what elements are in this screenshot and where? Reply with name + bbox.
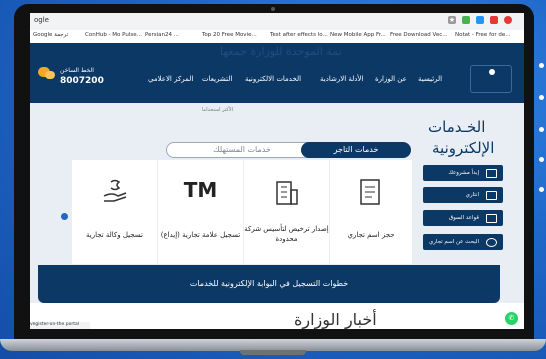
decor-dot (539, 63, 544, 68)
hand-coin-icon (103, 179, 127, 202)
side-button-label: إبدأ مشروعك (448, 170, 479, 176)
document-icon (360, 179, 380, 205)
card-icon (486, 191, 497, 200)
side-button-label: قواعد السوق (448, 215, 479, 221)
extension-icon[interactable] (462, 16, 470, 24)
extension-icon[interactable] (476, 16, 484, 24)
service-card-label: حجز اسم تجاري (347, 231, 395, 239)
service-card-label: تسجيل علامة تجارية (إيداع) (160, 231, 241, 239)
bookmark-item[interactable]: New Mobile App Fr... (330, 32, 386, 38)
star-icon[interactable]: ★ (448, 16, 456, 24)
building-icon (276, 181, 298, 205)
side-button-start[interactable]: إبدأ مشروعك (423, 165, 503, 181)
decor-dot (539, 95, 544, 100)
side-button-name-search[interactable]: البحث عن اسم تجاري (423, 234, 503, 250)
bookmark-item[interactable]: Test after effects lo... (270, 32, 328, 38)
decor-dot (539, 127, 544, 132)
camera (271, 7, 275, 11)
address-bar[interactable]: ogle ★ (30, 13, 524, 31)
nav-media[interactable]: المركز الاعلامي (148, 75, 193, 83)
logo-dot (489, 69, 495, 75)
hotline-label: الخط الساخن (60, 67, 94, 74)
service-card-label: إصدار ترخيص لتأسيس شركة محدودة (244, 225, 329, 243)
laptop-screen: ogle ★ Google ترجمة ConHub - Mo Pulse...… (30, 13, 524, 329)
laptop-notch (240, 350, 306, 355)
bookmark-item[interactable]: Free Download Vec... (390, 32, 448, 38)
bookmark-item[interactable]: Persian24 ... (145, 32, 179, 38)
profile-icon[interactable] (504, 16, 512, 24)
chat-icon (45, 71, 55, 79)
status-bar: vegister-on-the portal (30, 322, 90, 329)
bookmarks-bar: Google ترجمة ConHub - Mo Pulse... Persia… (30, 30, 524, 44)
extension-icon[interactable] (490, 16, 498, 24)
laptop-icon (486, 169, 497, 178)
bookmark-item[interactable]: Notat - Free for de... (455, 32, 511, 38)
decor-dot (539, 187, 544, 192)
bookmark-item[interactable]: ConHub - Mo Pulse... (85, 32, 142, 38)
service-card[interactable]: إصدار ترخيص لتأسيس شركة محدودة (244, 160, 329, 264)
side-button-eqtari[interactable]: انتاري (423, 187, 503, 203)
service-card-label: تسجيل وكالة تجارية (86, 231, 143, 239)
side-button-label: البحث عن اسم تجاري (428, 239, 479, 245)
most-used-label: الأكثر استخداما (202, 107, 234, 113)
nav-about[interactable]: عن الوزارة (375, 75, 407, 83)
service-card[interactable]: حجز اسم تجاري (330, 160, 412, 264)
side-button-market-rules[interactable]: قواعد السوق (423, 210, 503, 226)
service-card[interactable]: تسجيل وكالة تجارية (72, 160, 157, 264)
whatsapp-icon[interactable]: ✆ (505, 312, 518, 325)
steps-banner[interactable]: خطوات التسجيل في البوابة الإلكترونية للخ… (38, 265, 500, 303)
hotline-number[interactable]: 8007200 (60, 76, 104, 86)
tab-merchant[interactable]: خدمات التاجر (301, 142, 411, 158)
services-title: الإلكترونية (432, 139, 495, 157)
news-section: أخبار الوزارة (30, 303, 524, 329)
nav-eservices[interactable]: الخدمات الالكترونية (245, 75, 301, 83)
bookmark-item[interactable]: Google ترجمة (33, 32, 68, 38)
side-button-label: انتاري (465, 192, 479, 198)
site-header: نمة الموحدة للوزارة جمعها الخط الساخن 80… (30, 43, 524, 103)
decor-dot (539, 157, 544, 162)
url-text[interactable]: ogle (34, 16, 49, 24)
nav-legislation[interactable]: التشريعات (202, 75, 232, 83)
trademark-icon: TM (183, 178, 218, 202)
nav-home[interactable]: الرئيسية (418, 75, 442, 83)
nav-guides[interactable]: الأدلة الارشادية (320, 75, 363, 83)
services-title: الخـدمات (428, 118, 486, 136)
service-card[interactable]: TM تسجيل علامة تجارية (إيداع) (158, 160, 243, 264)
document-icon (486, 214, 497, 223)
news-title: أخبار الوزارة (294, 310, 377, 329)
header-watermark: نمة الموحدة للوزارة جمعها (220, 45, 342, 58)
search-icon (486, 238, 497, 247)
bookmark-item[interactable]: Top 20 Free Movie... (202, 32, 257, 38)
carousel-dot[interactable] (61, 213, 68, 220)
tab-consumer[interactable]: خدمات المستهلك (166, 142, 318, 158)
